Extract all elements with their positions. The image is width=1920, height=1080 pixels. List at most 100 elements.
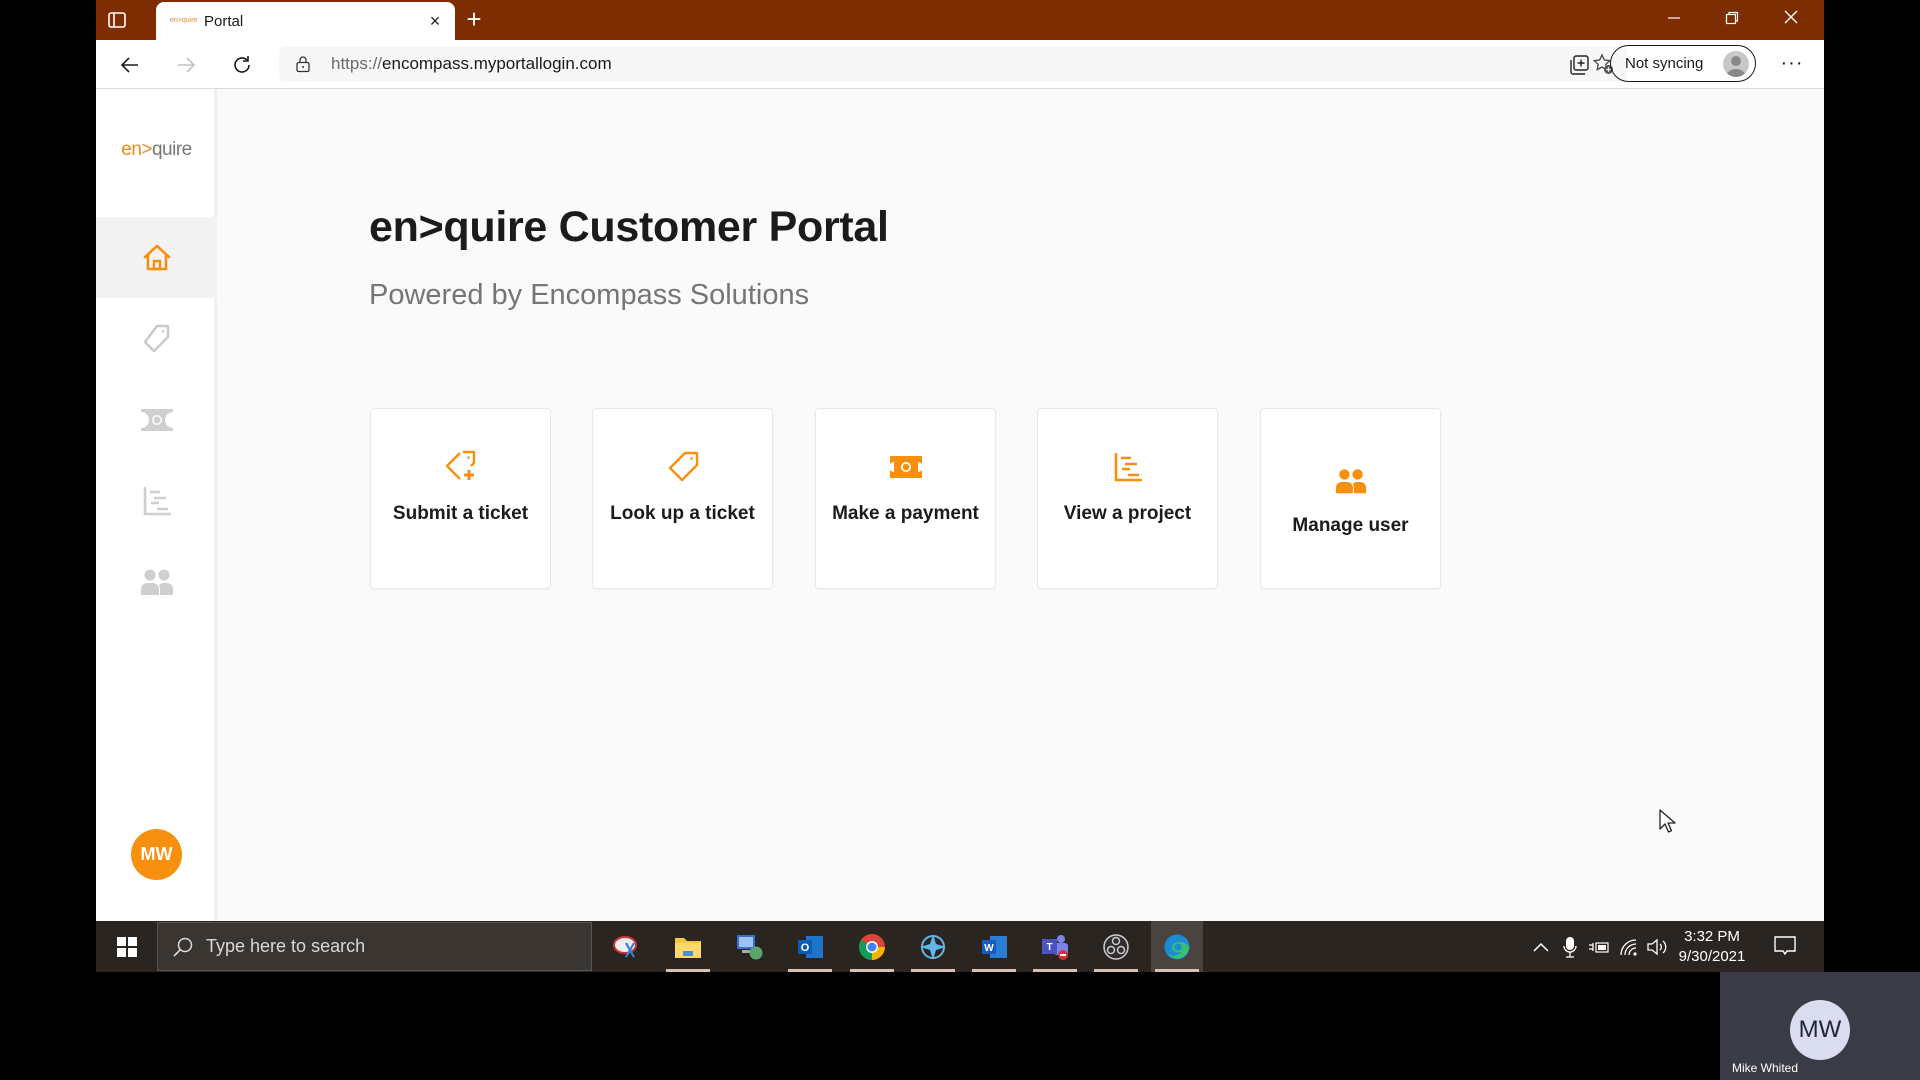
- forward-button[interactable]: [170, 49, 202, 81]
- clock-time: 3:32 PM: [1684, 928, 1740, 945]
- sidebar-item-projects[interactable]: [96, 460, 217, 541]
- tab-title: Portal: [204, 12, 244, 30]
- sidebar-item-tickets[interactable]: [96, 298, 217, 379]
- taskbar-app-teams[interactable]: T: [1029, 921, 1081, 972]
- money-icon: [886, 447, 926, 487]
- search-icon: [172, 936, 194, 958]
- windows-taskbar: Type here to search O W T 3:32 PM 9/30/2…: [96, 921, 1824, 972]
- notification-icon: [1774, 936, 1796, 956]
- settings-more-button[interactable]: ···: [1776, 49, 1808, 81]
- participant-name: Mike Whited: [1732, 1061, 1799, 1075]
- taskbar-app-obs-studio[interactable]: [1090, 921, 1142, 972]
- refresh-icon: [234, 56, 250, 73]
- restore-button[interactable]: [1709, 4, 1755, 34]
- url-scheme: https://: [331, 54, 383, 73]
- taskbar-app-snipping-tool[interactable]: [601, 921, 653, 972]
- logo-suffix: quire: [151, 139, 192, 160]
- search-placeholder: Type here to search: [206, 936, 366, 956]
- taskbar-app-file-explorer[interactable]: [662, 921, 714, 972]
- money-icon: [140, 408, 173, 431]
- close-tab-icon[interactable]: ×: [421, 7, 449, 35]
- profile-avatar-icon: [1723, 51, 1749, 77]
- project-chart-icon: [1108, 447, 1148, 487]
- chrome-icon: [858, 933, 885, 960]
- user-avatar[interactable]: MW: [131, 829, 182, 880]
- screen: en>quire Portal × + https://encompass.my…: [0, 0, 1920, 1080]
- url-host: encompass.myportallogin.com: [382, 54, 612, 73]
- sidebar-item-home[interactable]: [96, 217, 217, 298]
- page-title: en>quire Customer Portal: [369, 203, 889, 251]
- collections-icon[interactable]: [1565, 51, 1593, 79]
- make-payment-card[interactable]: Make a payment: [815, 408, 996, 589]
- logo-prefix: en>: [121, 139, 152, 160]
- obs-icon: [1103, 933, 1129, 960]
- clock-date: 9/30/2021: [1678, 948, 1746, 965]
- card-label: View a project: [1063, 503, 1192, 524]
- sidebar: en>quire MW: [96, 89, 217, 921]
- speaker-icon: [1647, 938, 1667, 955]
- svg-text:O: O: [801, 942, 810, 954]
- sidebar-item-payments[interactable]: [96, 379, 217, 460]
- running-indicator: [972, 969, 1016, 972]
- folder-icon: [675, 937, 701, 958]
- card-label: Look up a ticket: [610, 503, 755, 524]
- sidebar-item-users[interactable]: [96, 541, 217, 622]
- view-project-card[interactable]: View a project: [1037, 408, 1218, 589]
- wifi-icon: [1620, 938, 1637, 956]
- taskbar-clock[interactable]: 3:32 PM 9/30/2021: [1672, 927, 1752, 967]
- running-indicator: [1033, 969, 1077, 972]
- volume-tray-icon[interactable]: [1644, 921, 1670, 972]
- address-bar[interactable]: https://encompass.myportallogin.com: [279, 46, 1627, 82]
- network-tray-icon[interactable]: [1616, 921, 1642, 972]
- lookup-ticket-card[interactable]: Look up a ticket: [592, 408, 773, 589]
- running-indicator: [850, 969, 894, 972]
- microphone-tray-icon[interactable]: [1558, 921, 1582, 972]
- taskbar-app-edge[interactable]: [1151, 921, 1203, 972]
- submit-ticket-card[interactable]: Submit a ticket: [370, 408, 551, 589]
- minimize-button[interactable]: [1651, 4, 1697, 34]
- running-indicator: [788, 969, 832, 972]
- page-viewport: en>quire MW en>quire Customer Portal Pow…: [96, 89, 1824, 921]
- taskbar-search[interactable]: Type here to search: [157, 922, 592, 971]
- tab-portal[interactable]: en>quire Portal ×: [156, 2, 455, 40]
- taskbar-app-remote-desktop[interactable]: [723, 921, 775, 972]
- running-indicator: [911, 969, 955, 972]
- mouse-cursor-icon: [1659, 809, 1676, 833]
- back-arrow-icon: [120, 57, 138, 73]
- battery-tray-icon[interactable]: [1586, 921, 1612, 972]
- start-button[interactable]: [96, 921, 157, 972]
- running-indicator: [666, 969, 710, 972]
- taskbar-app-word[interactable]: W: [968, 921, 1020, 972]
- project-chart-icon: [143, 486, 171, 515]
- teams-icon: T: [1042, 934, 1068, 960]
- page-subtitle: Powered by Encompass Solutions: [369, 279, 810, 311]
- users-icon: [140, 569, 173, 595]
- manage-user-card[interactable]: Manage user: [1260, 408, 1441, 589]
- browser-toolbar: https://encompass.myportallogin.com Not …: [96, 40, 1824, 89]
- back-button[interactable]: [114, 49, 146, 81]
- battery-charging-icon: [1589, 941, 1609, 953]
- taskbar-app-chrome[interactable]: [846, 921, 898, 972]
- card-label: Submit a ticket: [392, 503, 529, 524]
- notification-center-button[interactable]: [1772, 933, 1800, 961]
- svg-text:T: T: [1046, 942, 1052, 953]
- show-hidden-icons-button[interactable]: [1528, 921, 1554, 972]
- tag-plus-icon: [441, 447, 481, 487]
- refresh-button[interactable]: [226, 49, 258, 81]
- compass-icon: [920, 933, 946, 960]
- new-tab-button[interactable]: +: [460, 6, 488, 34]
- svg-text:W: W: [984, 943, 994, 954]
- tab-actions-icon[interactable]: [106, 9, 128, 31]
- lock-icon[interactable]: [293, 54, 313, 74]
- taskbar-app-vpn-client[interactable]: [907, 921, 959, 972]
- taskbar-app-outlook[interactable]: O: [784, 921, 836, 972]
- enquire-logo[interactable]: en>quire: [96, 139, 217, 161]
- windows-logo-icon: [116, 936, 137, 957]
- close-window-button[interactable]: [1768, 4, 1814, 34]
- outlook-icon: O: [798, 935, 823, 958]
- meeting-participant-tile: MW Mike Whited: [1720, 972, 1920, 1080]
- profile-sync-button[interactable]: Not syncing: [1610, 45, 1756, 82]
- microphone-icon: [1563, 936, 1577, 958]
- tab-favicon-icon: en>quire: [170, 17, 198, 24]
- home-icon: [143, 244, 170, 270]
